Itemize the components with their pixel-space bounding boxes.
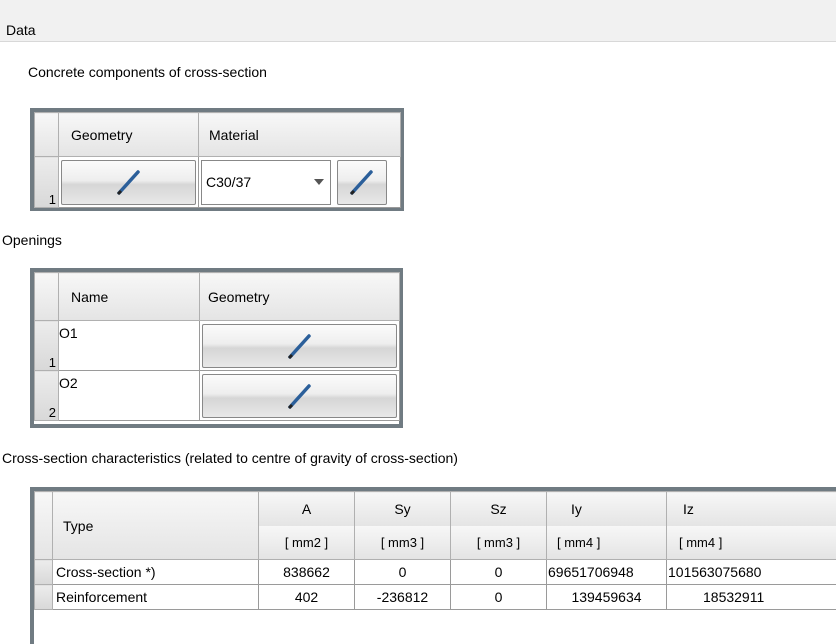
openings-name-header: Name xyxy=(58,272,200,321)
pencil-icon xyxy=(287,333,311,359)
pencil-icon xyxy=(287,383,311,409)
value-Iy: 69651706948 xyxy=(546,559,667,585)
concrete-geometry-edit-button[interactable] xyxy=(61,159,196,205)
pencil-icon xyxy=(116,170,140,196)
concrete-row-index: 1 xyxy=(34,156,59,208)
col-Sy-header: Sy xyxy=(354,491,451,526)
value-A: 402 xyxy=(258,584,355,610)
concrete-section-title: Concrete components of cross-section xyxy=(28,64,267,80)
opening-name-cell[interactable]: O2 xyxy=(59,375,78,391)
table-row: 2 O2 xyxy=(34,370,400,421)
table-row: 1 O1 xyxy=(34,320,400,371)
characteristics-section-title: Cross-section characteristics (related t… xyxy=(2,450,458,466)
col-A-header: A xyxy=(258,491,355,526)
concrete-material-header: Material xyxy=(198,112,401,157)
col-A-unit: [ mm2 ] xyxy=(258,525,355,560)
row-type-cell: Reinforcement xyxy=(52,584,259,610)
openings-corner xyxy=(34,272,59,321)
material-select-value: C30/37 xyxy=(206,174,252,190)
openings-geometry-header: Geometry xyxy=(199,272,400,321)
opening-name-cell[interactable]: O1 xyxy=(59,325,78,341)
dropdown-arrow-icon xyxy=(314,179,324,185)
characteristics-corner xyxy=(34,491,53,560)
opening-geometry-edit-button[interactable] xyxy=(202,323,397,368)
pencil-icon xyxy=(349,170,373,196)
value-Iz: 18532911 xyxy=(666,584,836,610)
concrete-corner xyxy=(34,112,59,157)
value-Sy: -236812 xyxy=(354,584,451,610)
opening-row-index: 2 xyxy=(34,370,59,421)
col-Sz-unit: [ mm3 ] xyxy=(450,525,547,560)
opening-geometry-edit-button[interactable] xyxy=(202,373,397,418)
characteristics-grid: Type A Sy Sz Iy Iz [ mm2 ] [ mm3 ] [ mm3… xyxy=(30,487,836,644)
concrete-grid: Geometry Material 1 C30/37 xyxy=(30,108,404,211)
value-Sz: 0 xyxy=(450,584,547,610)
col-Iz-unit: [ mm4 ] xyxy=(666,525,836,560)
row-type-cell: Cross-section *) xyxy=(52,559,259,585)
table-row: Reinforcement 402 -236812 0 139459634 18… xyxy=(34,584,836,610)
material-edit-button[interactable] xyxy=(337,159,387,205)
row-header xyxy=(34,559,53,585)
col-Sz-header: Sz xyxy=(450,491,547,526)
value-A: 838662 xyxy=(258,559,355,585)
openings-grid: Name Geometry 1 O1 2 O2 xyxy=(30,268,403,428)
value-Sz: 0 xyxy=(450,559,547,585)
col-Iy-header: Iy xyxy=(546,491,667,526)
panel-header: Data xyxy=(0,0,836,42)
col-Iz-header: Iz xyxy=(666,491,836,526)
table-row: Cross-section *) 838662 0 0 69651706948 … xyxy=(34,559,836,585)
material-select[interactable]: C30/37 xyxy=(201,159,331,205)
col-Sy-unit: [ mm3 ] xyxy=(354,525,451,560)
row-header xyxy=(34,584,53,610)
characteristics-type-header: Type xyxy=(52,491,259,560)
value-Sy: 0 xyxy=(354,559,451,585)
openings-section-title: Openings xyxy=(2,232,62,248)
value-Iz: 101563075680 xyxy=(666,559,836,585)
value-Iy: 139459634 xyxy=(546,584,667,610)
panel-title: Data xyxy=(6,22,36,38)
col-Iy-unit: [ mm4 ] xyxy=(546,525,667,560)
opening-row-index: 1 xyxy=(34,320,59,371)
concrete-geometry-header: Geometry xyxy=(58,112,199,157)
